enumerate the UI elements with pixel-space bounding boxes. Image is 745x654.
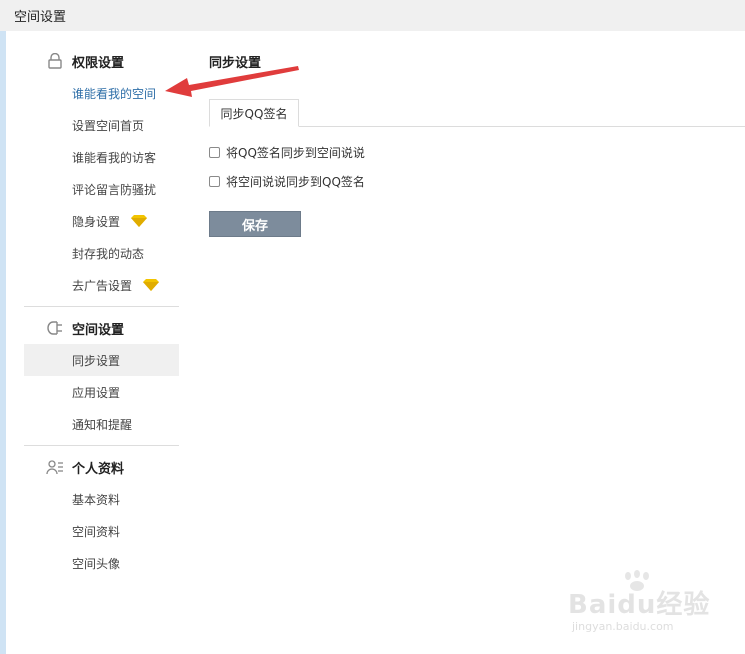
page-header: 空间设置 bbox=[0, 0, 745, 31]
sidebar-item-label: 应用设置 bbox=[72, 385, 121, 400]
sidebar-divider bbox=[24, 445, 179, 446]
sidebar-divider bbox=[24, 306, 179, 307]
diamond-icon bbox=[143, 279, 159, 291]
sidebar-item-notifications[interactable]: 通知和提醒 bbox=[24, 408, 179, 440]
watermark-text: Baidu经验 bbox=[568, 590, 711, 620]
option-label: 将空间说说同步到QQ签名 bbox=[226, 174, 365, 189]
sidebar-item-space-info[interactable]: 空间资料 bbox=[24, 515, 179, 547]
sidebar-item-apps[interactable]: 应用设置 bbox=[24, 376, 179, 408]
checkbox[interactable] bbox=[209, 175, 220, 187]
watermark-url: jingyan.baidu.com bbox=[572, 620, 674, 633]
section-profile: 个人资料 bbox=[24, 452, 179, 482]
sidebar-item-invisible[interactable]: 隐身设置 bbox=[24, 205, 179, 237]
sidebar-item-label: 隐身设置 bbox=[72, 214, 121, 229]
sidebar-item-label: 空间资料 bbox=[72, 524, 121, 539]
sidebar-item-label: 谁能看我的访客 bbox=[72, 150, 157, 165]
sidebar-item-label: 通知和提醒 bbox=[72, 417, 133, 432]
save-button[interactable]: 保存 bbox=[209, 211, 301, 237]
sidebar-item-label: 基本资料 bbox=[72, 492, 121, 507]
option-qq-to-shuoshuo[interactable]: 将QQ签名同步到空间说说 bbox=[209, 143, 365, 161]
plug-icon bbox=[47, 321, 62, 335]
sidebar-item-who-can-view[interactable]: 谁能看我的空间 bbox=[24, 77, 179, 109]
section-label: 空间设置 bbox=[72, 322, 125, 338]
sidebar-item-archive[interactable]: 封存我的动态 bbox=[24, 237, 179, 269]
sidebar-item-basic-info[interactable]: 基本资料 bbox=[24, 483, 179, 515]
sidebar-item-remove-ads[interactable]: 去广告设置 bbox=[24, 269, 179, 301]
sidebar-item-visitors[interactable]: 谁能看我的访客 bbox=[24, 141, 179, 173]
option-label: 将QQ签名同步到空间说说 bbox=[226, 145, 365, 160]
baidu-watermark: Baidu经验 jingyan.baidu.com bbox=[568, 570, 728, 640]
checkbox[interactable] bbox=[209, 146, 220, 158]
option-shuoshuo-to-qq[interactable]: 将空间说说同步到QQ签名 bbox=[209, 172, 365, 190]
sidebar-item-label: 同步设置 bbox=[72, 353, 121, 368]
profile-icon bbox=[46, 460, 63, 475]
section-label: 权限设置 bbox=[72, 55, 125, 71]
section-space-settings: 空间设置 bbox=[24, 313, 179, 343]
sidebar-item-label: 去广告设置 bbox=[72, 278, 133, 293]
section-label: 个人资料 bbox=[72, 461, 125, 477]
sidebar-item-homepage[interactable]: 设置空间首页 bbox=[24, 109, 179, 141]
annotation-arrow-icon bbox=[165, 66, 299, 97]
sidebar-item-label: 设置空间首页 bbox=[72, 118, 145, 133]
sidebar-item-anti-harass[interactable]: 评论留言防骚扰 bbox=[24, 173, 179, 205]
window-left-edge bbox=[0, 0, 6, 654]
section-permissions: 权限设置 bbox=[24, 46, 179, 76]
sidebar-item-label: 空间头像 bbox=[72, 556, 121, 571]
diamond-icon bbox=[131, 215, 147, 227]
sidebar-item-label: 谁能看我的空间 bbox=[72, 86, 157, 101]
lock-icon bbox=[48, 53, 62, 69]
sidebar-item-label: 封存我的动态 bbox=[72, 246, 145, 261]
page-title: 空间设置 bbox=[14, 10, 67, 25]
sidebar-item-label: 评论留言防骚扰 bbox=[72, 182, 157, 197]
sidebar-item-avatar[interactable]: 空间头像 bbox=[24, 547, 179, 579]
sidebar-item-sync[interactable]: 同步设置 bbox=[24, 344, 179, 376]
